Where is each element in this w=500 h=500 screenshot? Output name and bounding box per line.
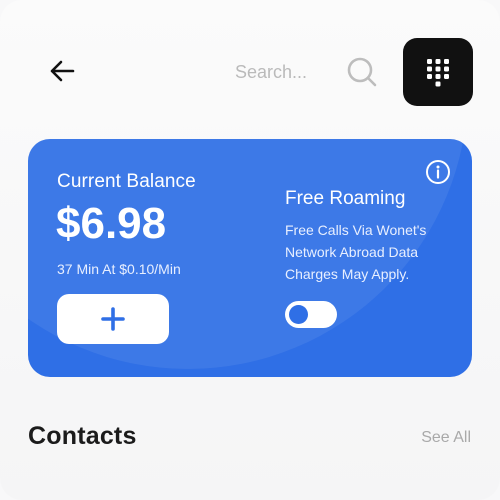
dialpad-icon: [427, 59, 449, 87]
info-icon: [426, 160, 450, 184]
balance-amount: $6.98: [56, 199, 167, 248]
dialpad-button[interactable]: [403, 38, 473, 106]
toggle-knob: [289, 305, 308, 324]
balance-label: Current Balance: [57, 171, 196, 192]
search-bar: [232, 52, 380, 92]
roaming-toggle[interactable]: [285, 301, 337, 328]
roaming-title: Free Roaming: [285, 188, 406, 209]
app-screen: Current Balance $6.98 37 Min At $0.10/Mi…: [0, 0, 500, 500]
search-button[interactable]: [344, 54, 380, 90]
back-button[interactable]: [40, 54, 84, 88]
info-button[interactable]: [425, 159, 451, 185]
search-input[interactable]: [232, 61, 328, 83]
see-all-link[interactable]: See All: [421, 429, 471, 447]
plus-icon: [101, 307, 125, 331]
roaming-description: Free Calls Via Wonet's Network Abroad Da…: [285, 222, 427, 282]
balance-card: Current Balance $6.98 37 Min At $0.10/Mi…: [28, 139, 472, 377]
arrow-left-icon: [50, 60, 75, 82]
add-credit-button[interactable]: [57, 294, 169, 344]
search-icon: [347, 57, 377, 87]
rate-text: 37 Min At $0.10/Min: [57, 261, 181, 277]
contacts-heading: Contacts: [28, 422, 137, 450]
